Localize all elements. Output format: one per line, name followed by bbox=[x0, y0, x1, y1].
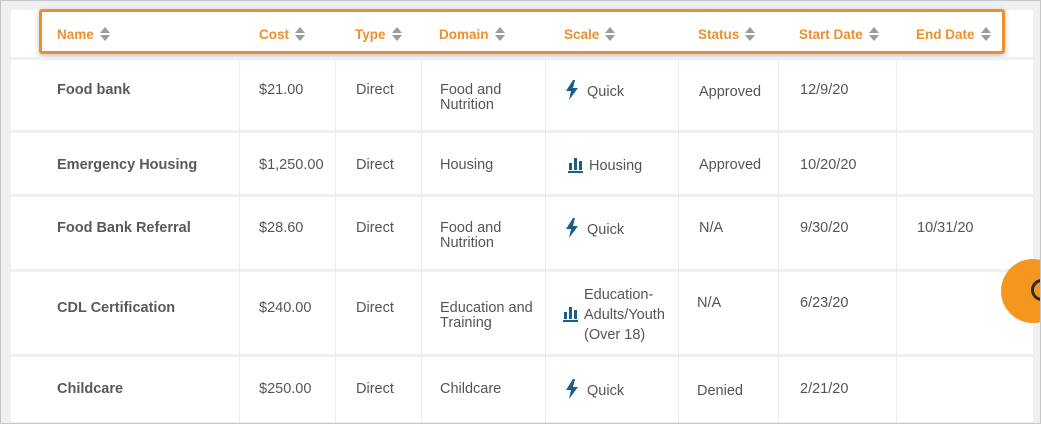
column-divider bbox=[896, 60, 897, 422]
row-cost: $250.00 bbox=[259, 381, 312, 397]
row-divider bbox=[11, 57, 1033, 60]
sort-icon bbox=[494, 27, 506, 41]
row-cost: $240.00 bbox=[259, 300, 312, 316]
row-start-date: 2/21/20 bbox=[800, 381, 849, 397]
column-divider bbox=[778, 60, 779, 422]
row-type: Direct bbox=[356, 82, 394, 98]
row-divider bbox=[11, 194, 1033, 197]
bar-chart-icon bbox=[563, 305, 578, 326]
help-icon bbox=[1031, 279, 1040, 301]
row-end-date: 10/31/20 bbox=[917, 220, 974, 236]
row-domain: Childcare bbox=[440, 381, 502, 397]
row-type: Direct bbox=[356, 157, 394, 173]
column-label: Type bbox=[355, 26, 386, 42]
row-domain: Housing bbox=[440, 157, 494, 173]
row-type: Direct bbox=[356, 220, 394, 236]
column-divider bbox=[421, 60, 422, 422]
row-status: Denied bbox=[697, 383, 743, 399]
row-divider bbox=[11, 354, 1033, 357]
row-domain: Food and Nutrition bbox=[440, 220, 502, 251]
row-scale: Housing bbox=[568, 156, 642, 177]
column-divider bbox=[545, 60, 546, 422]
bar-chart-icon bbox=[568, 156, 583, 177]
row-status: N/A bbox=[697, 295, 722, 311]
column-label: Domain bbox=[439, 26, 489, 42]
row-name: CDL Certification bbox=[57, 300, 176, 316]
services-table: Name Cost Type Domain Scale Status Start… bbox=[11, 9, 1033, 422]
column-divider bbox=[678, 60, 679, 422]
row-name: Food Bank Referral bbox=[57, 220, 191, 236]
column-label: Cost bbox=[259, 26, 289, 42]
sort-icon bbox=[605, 27, 616, 41]
column-header-end-date[interactable]: End Date bbox=[916, 25, 992, 43]
app-frame: Name Cost Type Domain Scale Status Start… bbox=[0, 0, 1041, 424]
row-start-date: 12/9/20 bbox=[800, 82, 849, 98]
row-status: Approved bbox=[699, 84, 762, 100]
column-header-name[interactable]: Name bbox=[57, 25, 111, 43]
row-scale: Quick bbox=[565, 218, 624, 242]
sort-icon bbox=[868, 27, 880, 41]
lightning-icon bbox=[565, 80, 579, 104]
row-name: Emergency Housing bbox=[57, 157, 198, 173]
row-scale: Quick bbox=[565, 80, 624, 104]
row-cost: $21.00 bbox=[259, 82, 304, 98]
row-start-date: 9/30/20 bbox=[800, 220, 849, 236]
row-divider bbox=[11, 269, 1033, 272]
lightning-icon bbox=[565, 379, 579, 403]
sort-icon bbox=[295, 27, 306, 41]
row-status: Approved bbox=[699, 157, 762, 173]
row-type: Direct bbox=[356, 300, 394, 316]
column-header-cost[interactable]: Cost bbox=[259, 25, 306, 43]
column-header-scale[interactable]: Scale bbox=[564, 25, 616, 43]
row-cost: $28.60 bbox=[259, 220, 304, 236]
column-header-domain[interactable]: Domain bbox=[439, 25, 506, 43]
row-status: N/A bbox=[699, 220, 724, 236]
row-name: Food bank bbox=[57, 82, 131, 98]
row-start-date: 10/20/20 bbox=[800, 157, 857, 173]
sort-icon bbox=[391, 27, 403, 41]
column-label: Start Date bbox=[799, 26, 863, 42]
table-header: Name Cost Type Domain Scale Status Start… bbox=[11, 9, 1033, 58]
row-start-date: 6/23/20 bbox=[800, 295, 849, 311]
row-domain: Education and Training bbox=[440, 300, 533, 331]
column-header-start-date[interactable]: Start Date bbox=[799, 25, 880, 43]
column-divider bbox=[239, 60, 240, 422]
column-label: End Date bbox=[916, 26, 975, 42]
column-header-type[interactable]: Type bbox=[355, 25, 403, 43]
sort-icon bbox=[980, 27, 992, 41]
lightning-icon bbox=[565, 218, 579, 242]
sort-icon bbox=[99, 27, 111, 41]
column-label: Name bbox=[57, 26, 94, 42]
sort-icon bbox=[745, 27, 756, 41]
column-header-status[interactable]: Status bbox=[698, 25, 756, 43]
row-domain: Food and Nutrition bbox=[440, 82, 502, 113]
column-label: Scale bbox=[564, 26, 600, 42]
row-divider bbox=[11, 130, 1033, 133]
row-cost: $1,250.00 bbox=[259, 157, 324, 173]
row-type: Direct bbox=[356, 381, 394, 397]
row-scale: Education- Adults/Youth (Over 18) bbox=[563, 285, 665, 345]
row-name: Childcare bbox=[57, 381, 124, 397]
row-scale: Quick bbox=[565, 379, 624, 403]
column-divider bbox=[335, 60, 336, 422]
column-label: Status bbox=[698, 26, 740, 42]
